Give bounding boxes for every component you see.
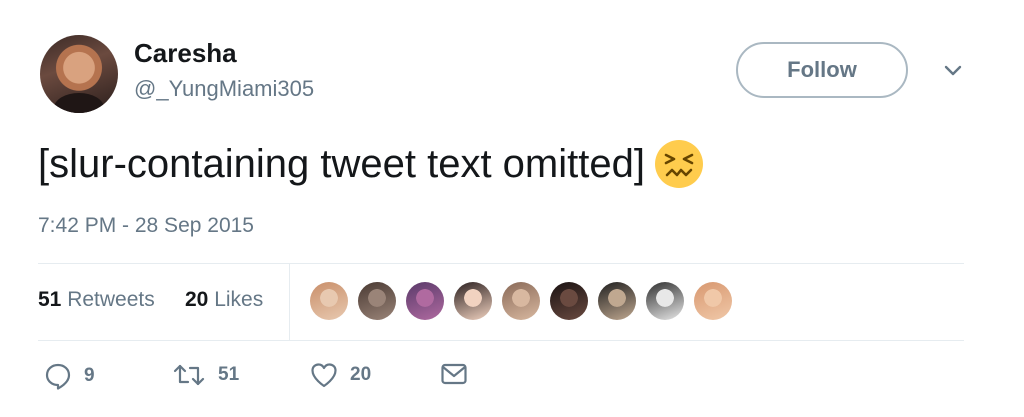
retweets-label: Retweets — [67, 288, 155, 311]
more-options-button[interactable] — [936, 58, 970, 84]
liker-avatar-7[interactable] — [598, 282, 636, 320]
retweet-button[interactable]: 51 — [172, 362, 239, 388]
heart-icon — [311, 363, 337, 388]
reply-count: 9 — [84, 365, 95, 386]
liker-avatar-4[interactable] — [454, 282, 492, 320]
tweet-text: [slur-containing tweet text omitted] — [38, 138, 705, 190]
likes-label: Likes — [214, 288, 264, 311]
tweet-timestamp[interactable]: 7:42 PM - 28 Sep 2015 — [38, 214, 254, 238]
liker-avatar-5[interactable] — [502, 282, 540, 320]
author-avatar[interactable] — [40, 35, 118, 113]
liker-avatar-1[interactable] — [310, 282, 348, 320]
reply-icon — [45, 363, 71, 390]
likes-stat[interactable]: 20 Likes — [185, 288, 263, 312]
divider — [38, 263, 964, 264]
author-handle[interactable]: @_YungMiami305 — [134, 76, 314, 102]
envelope-icon — [441, 363, 467, 385]
liker-avatar-3[interactable] — [406, 282, 444, 320]
tweet-card: Caresha @_YungMiami305 Follow [slur-cont… — [0, 0, 1024, 417]
retweet-count: 51 — [218, 364, 240, 385]
liker-avatar-8[interactable] — [646, 282, 684, 320]
liker-avatar-9[interactable] — [694, 282, 732, 320]
retweets-count: 51 — [38, 288, 62, 311]
direct-message-button[interactable] — [440, 362, 468, 386]
like-count: 20 — [350, 364, 372, 385]
reply-button[interactable]: 9 — [44, 362, 95, 390]
retweet-icon — [173, 364, 205, 386]
tweet-text-content: [slur-containing tweet text omitted] — [38, 141, 645, 186]
divider — [38, 340, 964, 341]
like-button[interactable]: 20 — [310, 362, 371, 388]
liker-avatar-6[interactable] — [550, 282, 588, 320]
author-display-name[interactable]: Caresha — [134, 38, 237, 69]
liker-avatar-2[interactable] — [358, 282, 396, 320]
confounded-face-emoji — [654, 140, 703, 188]
retweets-stat[interactable]: 51 Retweets — [38, 288, 155, 312]
chevron-down-icon — [944, 65, 962, 76]
stats-separator — [289, 264, 290, 340]
follow-button[interactable]: Follow — [736, 42, 908, 98]
likes-count: 20 — [185, 288, 209, 311]
